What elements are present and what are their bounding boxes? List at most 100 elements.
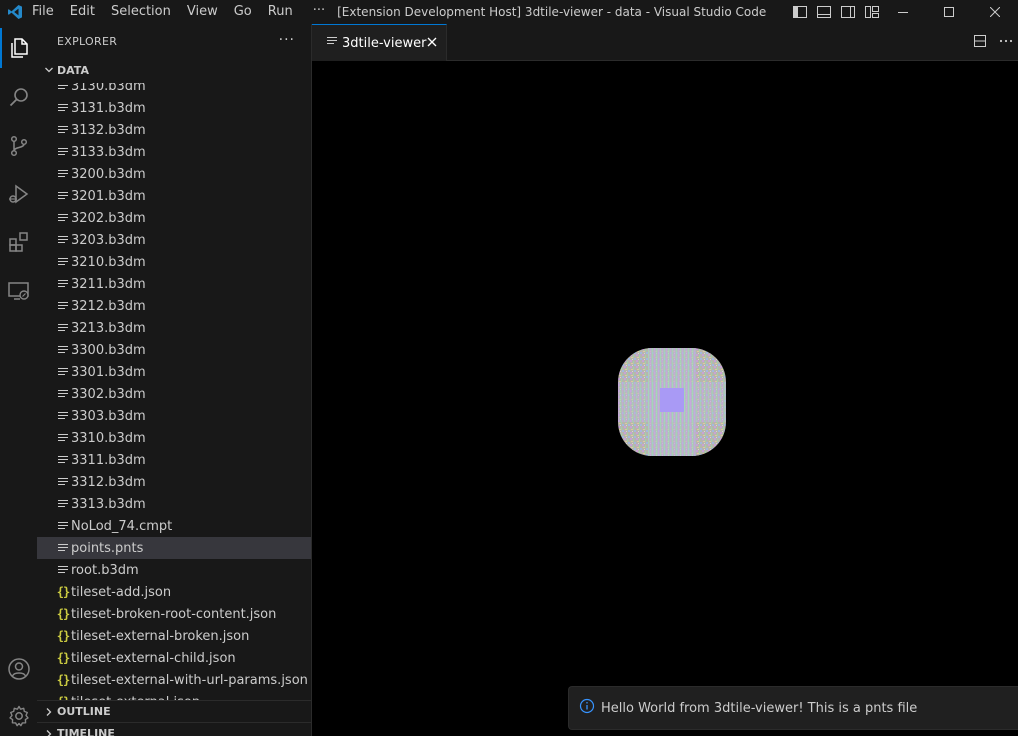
file-lines-icon — [55, 474, 71, 490]
tree-item[interactable]: 3313.b3dm — [37, 493, 311, 515]
more-actions-icon[interactable] — [998, 33, 1014, 53]
tree-item-label: tileset-external-broken.json — [71, 628, 250, 644]
extensions-icon[interactable] — [0, 222, 37, 262]
file-lines-icon — [55, 408, 71, 424]
toggle-primary-sidebar-icon[interactable] — [792, 4, 808, 20]
timeline-title: TIMELINE — [57, 727, 115, 736]
outline-section[interactable]: OUTLINE — [37, 700, 311, 722]
tree-item[interactable]: 3213.b3dm — [37, 317, 311, 339]
tree-item-label: 3313.b3dm — [71, 496, 146, 512]
tree-item[interactable]: 3310.b3dm — [37, 427, 311, 449]
tree-item[interactable]: points.pnts — [37, 537, 311, 559]
tree-item[interactable]: 3311.b3dm — [37, 449, 311, 471]
tree-item[interactable]: {} tileset-add.json — [37, 581, 311, 603]
menu-go[interactable]: Go — [226, 0, 260, 24]
tree-item[interactable]: 3300.b3dm — [37, 339, 311, 361]
folder-section-data[interactable]: DATA — [37, 59, 311, 81]
tree-item[interactable]: NoLod_74.cmpt — [37, 515, 311, 537]
tree-item[interactable]: 3130.b3dm — [37, 83, 311, 97]
file-tree[interactable]: 3130.b3dm 3131.b3dm 3132.b3dm 3133.b3dm 3200… — [37, 83, 311, 700]
customize-layout-icon[interactable] — [864, 4, 880, 20]
toggle-secondary-sidebar-icon[interactable] — [840, 4, 856, 20]
file-lines-icon — [55, 166, 71, 182]
tree-item-label: 3133.b3dm — [71, 144, 146, 160]
menu-view[interactable]: View — [179, 0, 226, 24]
explorer-header: EXPLORER ··· — [37, 24, 311, 59]
tree-item[interactable]: root.b3dm — [37, 559, 311, 581]
tree-item-label: 3303.b3dm — [71, 408, 146, 424]
tree-item[interactable]: {} tileset-external-broken.json — [37, 625, 311, 647]
chevron-down-icon — [41, 65, 57, 75]
file-lines-icon — [55, 210, 71, 226]
split-editor-icon[interactable] — [972, 33, 988, 53]
notification-message: Hello World from 3dtile-viewer! This is … — [601, 700, 918, 716]
explorer-icon[interactable] — [0, 28, 37, 68]
minimize-icon[interactable] — [880, 0, 926, 24]
notification-toast[interactable]: Hello World from 3dtile-viewer! This is … — [568, 686, 1018, 730]
menu-run[interactable]: Run — [260, 0, 301, 24]
tree-item-label: tileset-external-child.json — [71, 650, 236, 666]
file-lines-icon — [55, 276, 71, 292]
remote-explorer-icon[interactable] — [0, 271, 37, 311]
tree-item[interactable]: 3131.b3dm — [37, 97, 311, 119]
point-cloud-render[interactable] — [618, 348, 726, 456]
accounts-icon[interactable] — [0, 649, 37, 689]
close-window-icon[interactable] — [972, 0, 1018, 24]
activity-bar — [0, 24, 37, 736]
lines-icon — [326, 35, 338, 51]
viewer-webview[interactable] — [312, 61, 1018, 736]
close-icon[interactable] — [426, 36, 438, 52]
tree-item[interactable]: 3133.b3dm — [37, 141, 311, 163]
tree-item[interactable]: 3302.b3dm — [37, 383, 311, 405]
file-lines-icon — [55, 342, 71, 358]
timeline-section[interactable]: TIMELINE — [37, 722, 311, 736]
vscode-logo-icon — [0, 0, 30, 24]
tree-item[interactable]: {} tileset-external-child.json — [37, 647, 311, 669]
json-braces-icon: {} — [56, 585, 70, 599]
file-lines-icon — [55, 518, 71, 534]
file-lines-icon — [55, 320, 71, 336]
manage-gear-icon[interactable] — [0, 696, 37, 736]
tree-item-label: 3202.b3dm — [71, 210, 146, 226]
maximize-icon[interactable] — [926, 0, 972, 24]
menu-bar: File Edit Selection View Go Run ··· — [30, 0, 335, 24]
tree-item[interactable]: 3201.b3dm — [37, 185, 311, 207]
tree-item[interactable]: 3303.b3dm — [37, 405, 311, 427]
menu-more-button[interactable]: ··· — [301, 0, 335, 24]
tree-item[interactable]: 3211.b3dm — [37, 273, 311, 295]
tree-item[interactable]: 3301.b3dm — [37, 361, 311, 383]
tree-item-label: 3300.b3dm — [71, 342, 146, 358]
file-lines-icon — [55, 122, 71, 138]
tree-item[interactable]: 3132.b3dm — [37, 119, 311, 141]
menu-file[interactable]: File — [30, 0, 62, 24]
tree-item[interactable]: 3312.b3dm — [37, 471, 311, 493]
search-icon[interactable] — [0, 77, 37, 117]
file-lines-icon — [55, 430, 71, 446]
tree-item-label: 3203.b3dm — [71, 232, 146, 248]
tree-item[interactable]: 3200.b3dm — [37, 163, 311, 185]
tree-item-label: 3301.b3dm — [71, 364, 146, 380]
tree-item[interactable]: 3212.b3dm — [37, 295, 311, 317]
tree-item[interactable]: 3203.b3dm — [37, 229, 311, 251]
file-lines-icon — [55, 496, 71, 512]
menu-edit[interactable]: Edit — [62, 0, 103, 24]
menu-selection[interactable]: Selection — [103, 0, 179, 24]
toggle-panel-icon[interactable] — [816, 4, 832, 20]
tree-item-label: 3130.b3dm — [71, 83, 146, 94]
tree-item-label: tileset-external-with-url-params.json — [71, 672, 308, 688]
source-control-icon[interactable] — [0, 126, 37, 166]
tree-item[interactable]: {} tileset-broken-root-content.json — [37, 603, 311, 625]
tree-item[interactable]: {}tileset-external.json — [37, 691, 311, 701]
explorer-more-actions-button[interactable]: ··· — [279, 32, 295, 48]
file-lines-icon — [55, 83, 71, 94]
outline-title: OUTLINE — [57, 705, 111, 718]
tree-item-label: 3213.b3dm — [71, 320, 146, 336]
tree-item[interactable]: {} tileset-external-with-url-params.json — [37, 669, 311, 691]
tree-item[interactable]: 3202.b3dm — [37, 207, 311, 229]
file-lines-icon — [55, 232, 71, 248]
run-debug-icon[interactable] — [0, 174, 37, 214]
tab-3dtile-viewer[interactable]: 3dtile-viewer — [312, 24, 447, 61]
file-list: 3130.b3dm 3131.b3dm 3132.b3dm 3133.b3dm 3200… — [37, 83, 311, 700]
tree-item[interactable]: 3210.b3dm — [37, 251, 311, 273]
tree-item-label: 3311.b3dm — [71, 452, 146, 468]
